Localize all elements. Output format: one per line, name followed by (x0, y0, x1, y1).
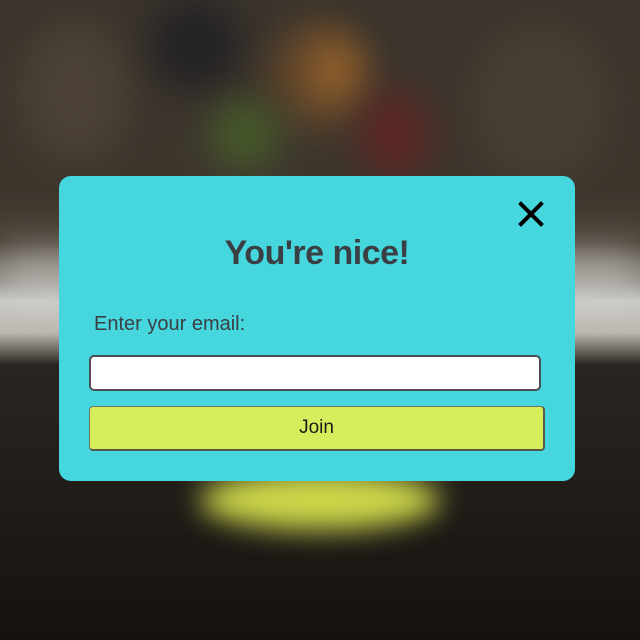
email-label: Enter your email: (94, 313, 246, 335)
background-blur-shape (210, 100, 280, 170)
background-blur-shape (310, 40, 360, 100)
close-button[interactable] (517, 200, 545, 228)
background-blur-shape (20, 20, 130, 160)
email-input[interactable] (89, 355, 541, 391)
background-blur-shape (360, 90, 430, 180)
modal-title: You're nice! (224, 234, 410, 272)
signup-modal: You're nice! Enter your email: Join (59, 176, 575, 481)
join-button[interactable]: Join (89, 406, 545, 451)
background-blur-shape (470, 20, 610, 180)
background-blur-shape (150, 0, 240, 90)
close-icon (518, 201, 544, 227)
